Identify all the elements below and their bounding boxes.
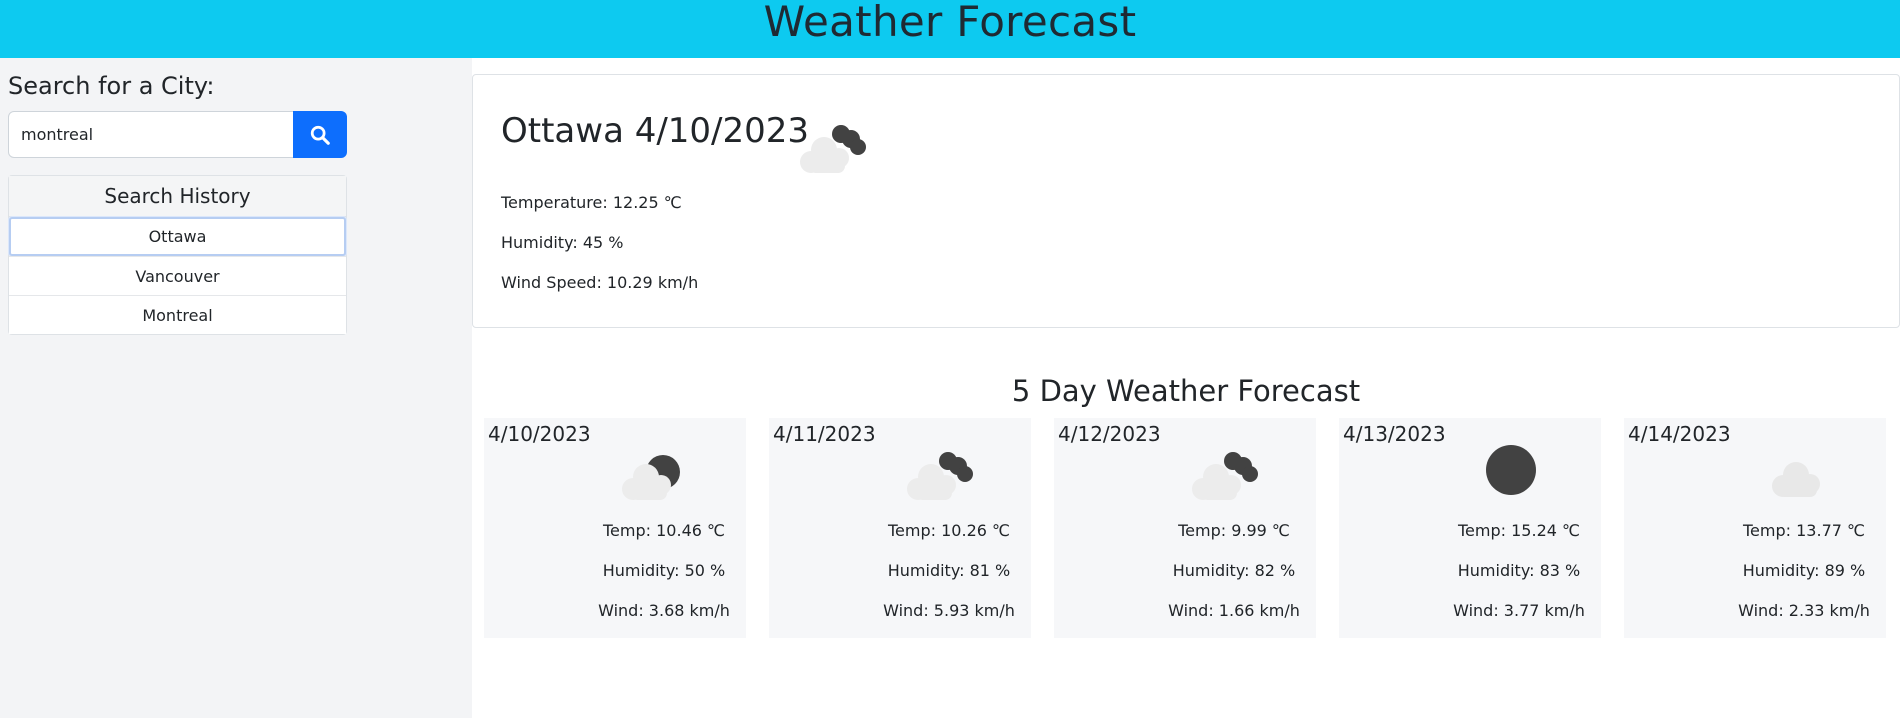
city-search-input[interactable] [8, 111, 294, 158]
history-item-montreal[interactable]: Montreal [9, 295, 346, 334]
forecast-humidity: Humidity: 81 % [887, 561, 1011, 580]
forecast-card: 4/12/2023 Temp: 9.99 ℃ Humidity: 82 % Wi… [1054, 418, 1316, 638]
current-city-date: Ottawa 4/10/2023 [501, 111, 810, 151]
forecast-humidity: Humidity: 89 % [1742, 561, 1866, 580]
search-history-panel: Search History Ottawa Vancouver Montreal [8, 175, 347, 335]
forecast-temp: Temp: 13.77 ℃ [1743, 521, 1865, 540]
forecast-temp: Temp: 10.26 ℃ [888, 521, 1010, 540]
sidebar: Search for a City: Search History Ottawa… [0, 58, 472, 718]
clear-sky-icon [1472, 440, 1552, 504]
forecast-title: 5 Day Weather Forecast [1011, 374, 1361, 408]
forecast-date: 4/13/2023 [1343, 422, 1446, 446]
overcast-clouds-icon [1757, 440, 1837, 504]
forecast-wind: Wind: 1.66 km/h [1168, 601, 1300, 620]
forecast-date: 4/14/2023 [1628, 422, 1731, 446]
forecast-humidity: Humidity: 82 % [1172, 561, 1296, 580]
partly-cloudy-icon [617, 440, 697, 504]
search-icon [310, 125, 330, 145]
forecast-date: 4/11/2023 [773, 422, 876, 446]
history-item-ottawa[interactable]: Ottawa [9, 217, 346, 256]
forecast-temp: Temp: 15.24 ℃ [1458, 521, 1580, 540]
search-button[interactable] [293, 111, 347, 158]
current-weather-card: Ottawa 4/10/2023 Temperature: 12.25 ℃ Hu… [472, 74, 1900, 328]
forecast-wind: Wind: 3.68 km/h [598, 601, 730, 620]
app-header: Weather Forecast [0, 0, 1900, 58]
current-temperature: Temperature: 12.25 ℃ [501, 193, 682, 212]
current-humidity: Humidity: 45 % [501, 233, 624, 252]
forecast-temp: Temp: 9.99 ℃ [1178, 521, 1290, 540]
search-label: Search for a City: [8, 72, 215, 100]
app-title: Weather Forecast [763, 0, 1137, 46]
forecast-card: 4/10/2023 Temp: 10.46 ℃ Humidity: 50 % W… [484, 418, 746, 638]
forecast-temp: Temp: 10.46 ℃ [603, 521, 725, 540]
forecast-wind: Wind: 5.93 km/h [883, 601, 1015, 620]
forecast-card: 4/11/2023 Temp: 10.26 ℃ Humidity: 81 % W… [769, 418, 1031, 638]
forecast-card: 4/14/2023 Temp: 13.77 ℃ Humidity: 89 % W… [1624, 418, 1886, 638]
history-item-vancouver[interactable]: Vancouver [9, 256, 346, 295]
forecast-card: 4/13/2023 Temp: 15.24 ℃ Humidity: 83 % W… [1339, 418, 1601, 638]
current-wind-speed: Wind Speed: 10.29 km/h [501, 273, 699, 292]
forecast-date: 4/10/2023 [488, 422, 591, 446]
broken-clouds-icon [1187, 440, 1267, 504]
broken-clouds-icon [902, 440, 982, 504]
forecast-humidity: Humidity: 50 % [602, 561, 726, 580]
forecast-humidity: Humidity: 83 % [1457, 561, 1581, 580]
forecast-wind: Wind: 3.77 km/h [1453, 601, 1585, 620]
search-history-title: Search History [9, 176, 346, 217]
forecast-wind: Wind: 2.33 km/h [1738, 601, 1870, 620]
forecast-date: 4/12/2023 [1058, 422, 1161, 446]
broken-clouds-icon [795, 113, 875, 177]
